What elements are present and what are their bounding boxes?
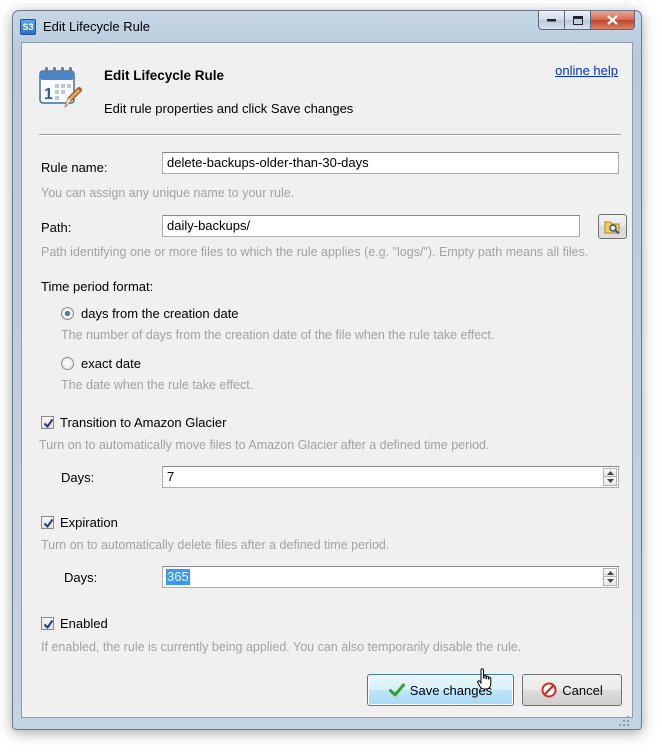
- enabled-checkbox[interactable]: [41, 617, 54, 630]
- time-period-label: Time period format:: [41, 279, 154, 294]
- header-title: Edit Lifecycle Rule: [104, 68, 225, 83]
- cancel-label: Cancel: [562, 682, 603, 698]
- days-from-creation-radio[interactable]: [61, 307, 74, 320]
- checkmark-icon: [43, 619, 54, 630]
- header-subtitle: Edit rule properties and click Save chan…: [104, 101, 354, 116]
- close-icon: [607, 15, 618, 25]
- calendar-edit-icon: 1: [39, 67, 82, 108]
- dialog-body: 1 Edit Lifecycle Rule Edit rule properti…: [21, 42, 633, 718]
- glacier-label[interactable]: Transition to Amazon Glacier: [60, 415, 226, 430]
- enabled-hint: If enabled, the rule is currently being …: [41, 640, 522, 654]
- minimize-button[interactable]: [538, 11, 565, 30]
- expiration-checkbox[interactable]: [41, 516, 54, 529]
- path-input[interactable]: daily-backups/: [162, 215, 580, 237]
- spin-down-button[interactable]: [603, 477, 617, 486]
- rule-name-label: Rule name:: [41, 160, 108, 175]
- glacier-days-arrows: [603, 468, 617, 486]
- dialog-window: S3 Edit Lifecycle Rule 1 Edit Lifecycle …: [12, 10, 642, 730]
- expiration-days-arrows: [603, 568, 617, 586]
- expiration-label[interactable]: Expiration: [60, 515, 118, 530]
- glacier-days-spinner[interactable]: 7: [162, 466, 619, 488]
- cancel-icon: [541, 682, 557, 698]
- app-icon: S3: [20, 19, 36, 35]
- cancel-button[interactable]: Cancel: [522, 674, 622, 706]
- spin-down-button[interactable]: [603, 577, 617, 586]
- exact-date-label[interactable]: exact date: [81, 356, 141, 371]
- checkmark-icon: [43, 418, 54, 429]
- arrow-up-icon: [606, 570, 614, 575]
- glacier-days-label: Days:: [61, 470, 95, 485]
- exact-date-radio[interactable]: [61, 357, 74, 370]
- spin-up-button[interactable]: [603, 468, 617, 477]
- status-bar: [21, 716, 633, 728]
- window-controls: [538, 11, 635, 30]
- days-from-creation-label[interactable]: days from the creation date: [81, 306, 239, 321]
- expiration-days-spinner[interactable]: 365: [162, 566, 619, 588]
- arrow-down-icon: [606, 579, 614, 583]
- exact-date-hint: The date when the rule take effect.: [61, 378, 254, 392]
- browse-folder-button[interactable]: [598, 214, 627, 239]
- checkmark-icon: [43, 518, 54, 529]
- path-label: Path:: [41, 220, 72, 235]
- enabled-label[interactable]: Enabled: [60, 616, 108, 631]
- title-bar[interactable]: S3 Edit Lifecycle Rule: [13, 11, 641, 43]
- hand-pointer-cursor-icon: [477, 668, 492, 690]
- folder-search-icon: [604, 221, 620, 234]
- expiration-days-value[interactable]: 365: [166, 569, 190, 585]
- checkmark-icon: [388, 683, 405, 697]
- arrow-up-icon: [606, 470, 614, 475]
- maximize-button[interactable]: [565, 11, 591, 30]
- expiration-days-label: Days:: [64, 570, 98, 585]
- glacier-days-value[interactable]: 7: [166, 469, 175, 485]
- svg-text:1: 1: [44, 86, 53, 103]
- header-divider: [39, 134, 621, 136]
- spin-up-button[interactable]: [603, 568, 617, 577]
- minimize-icon: [547, 19, 556, 22]
- window-title: Edit Lifecycle Rule: [43, 19, 150, 34]
- rule-name-hint: You can assign any unique name to your r…: [41, 186, 295, 200]
- path-hint: Path identifying one or more files to wh…: [41, 245, 589, 259]
- glacier-checkbox[interactable]: [41, 416, 54, 429]
- maximize-icon: [572, 15, 583, 25]
- days-from-creation-hint: The number of days from the creation dat…: [61, 328, 495, 342]
- rule-name-input[interactable]: delete-backups-older-than-30-days: [162, 152, 619, 174]
- arrow-down-icon: [606, 479, 614, 483]
- glacier-hint: Turn on to automatically move files to A…: [39, 438, 490, 452]
- resize-grip-icon[interactable]: [619, 716, 629, 726]
- expiration-hint: Turn on to automatically delete files af…: [41, 538, 390, 552]
- close-button[interactable]: [591, 11, 635, 30]
- online-help-link[interactable]: online help: [555, 63, 618, 78]
